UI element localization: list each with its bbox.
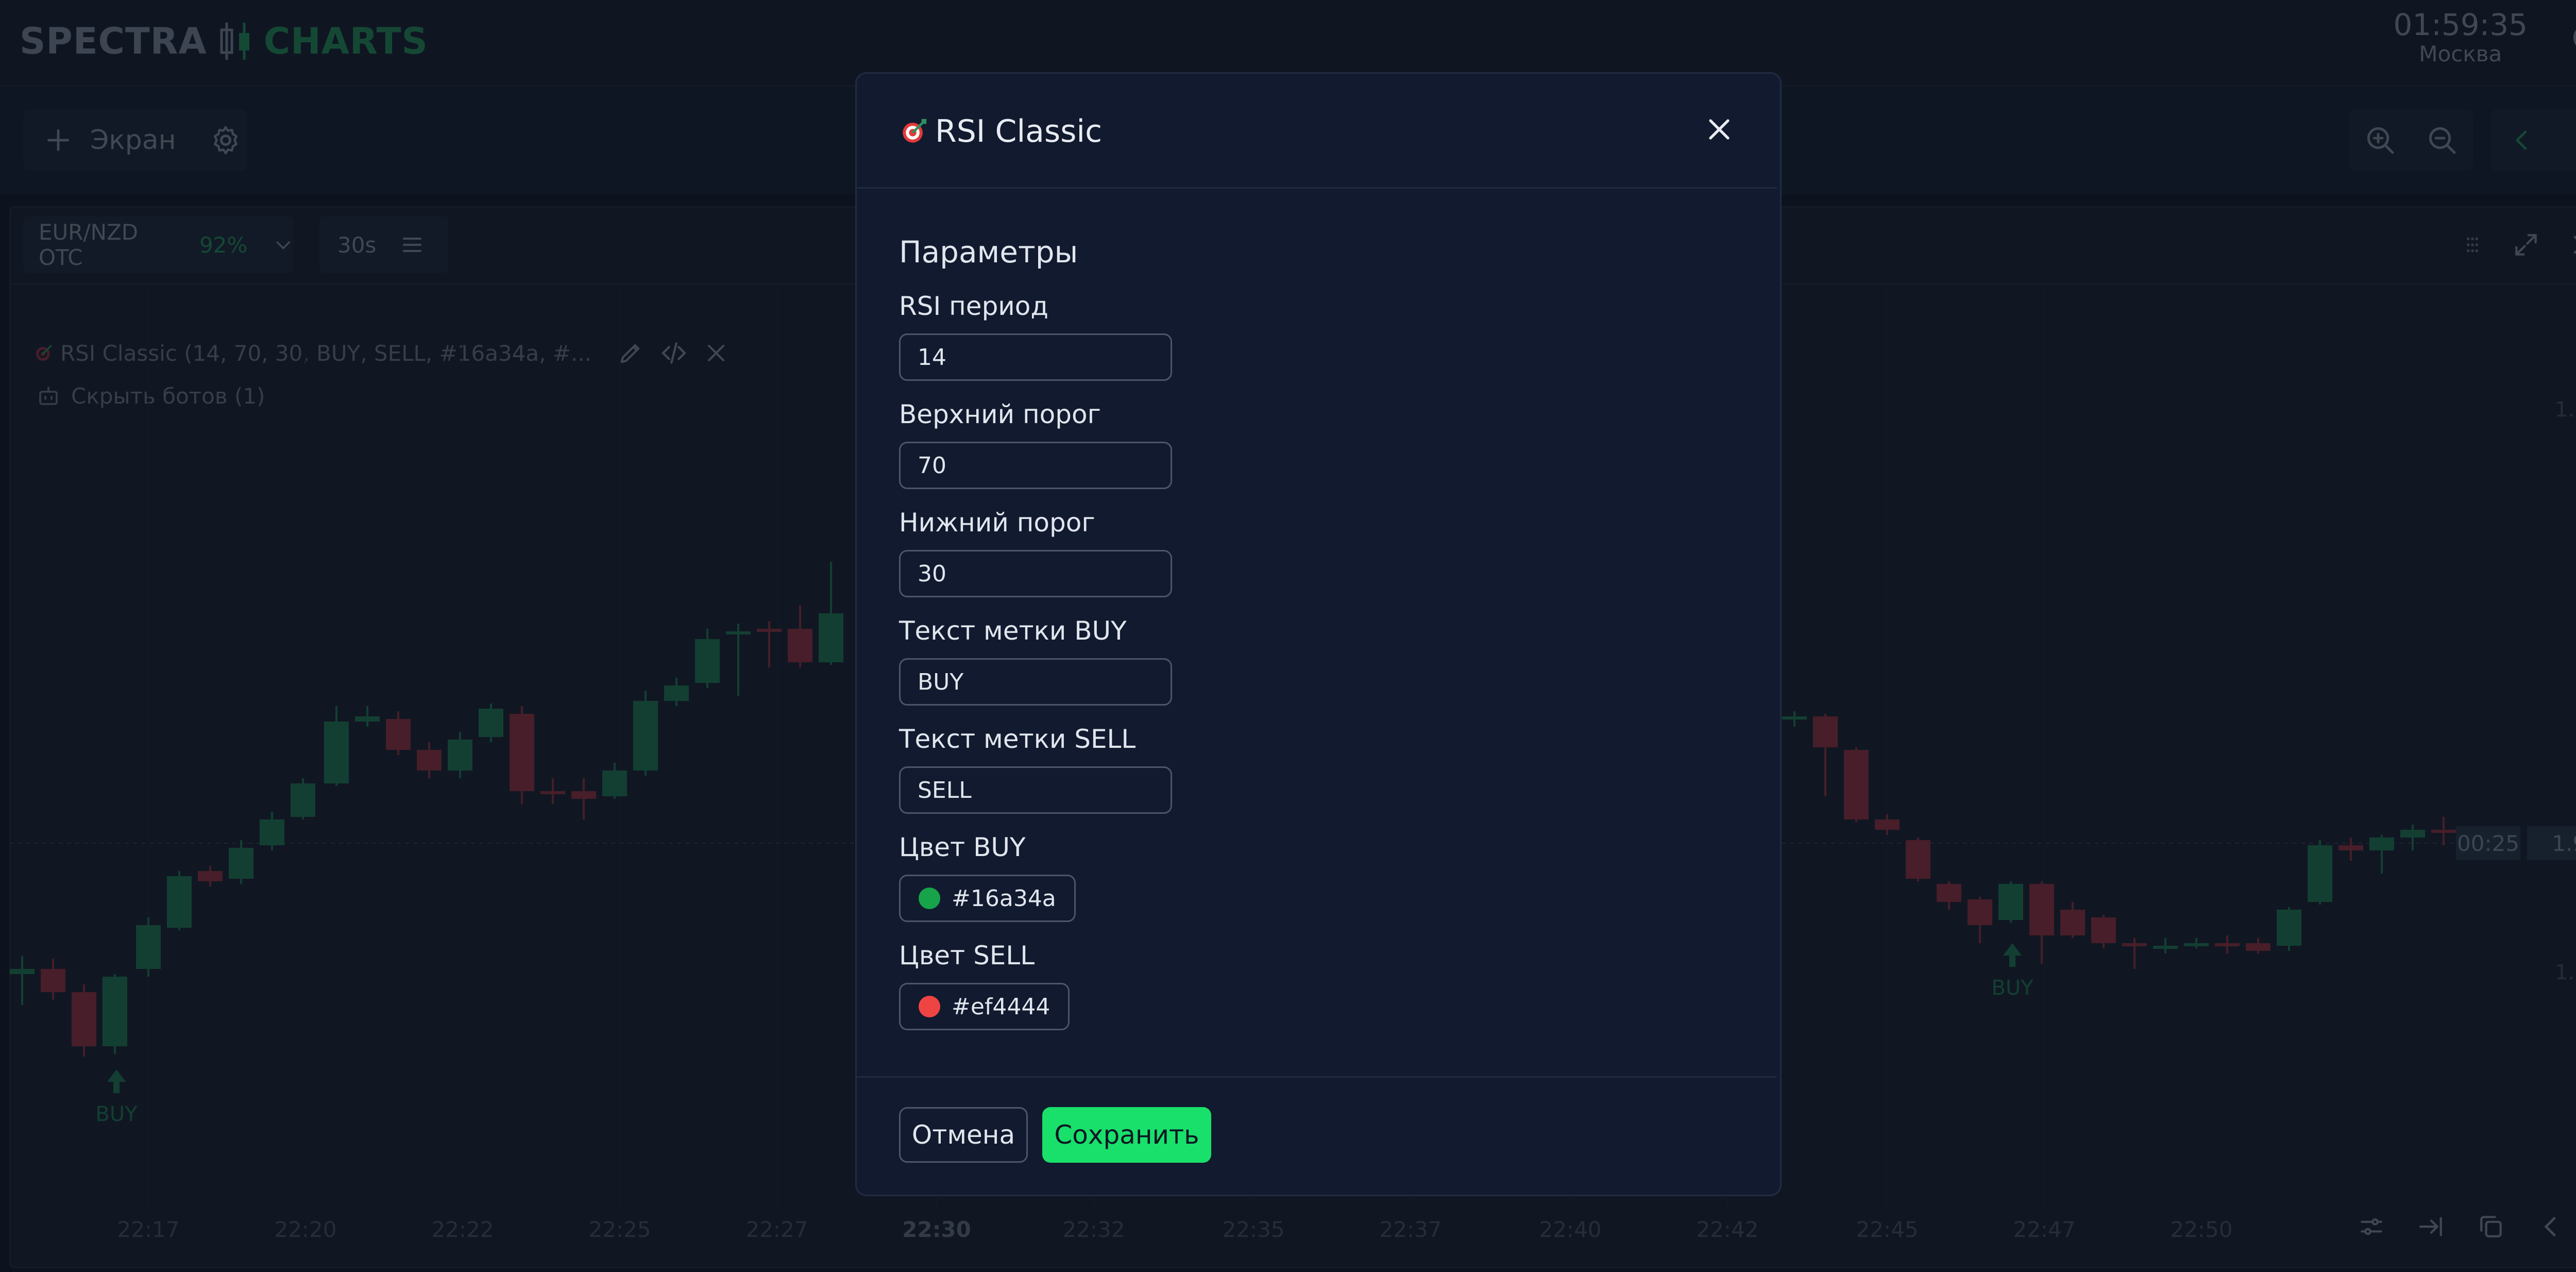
- close-icon[interactable]: [1704, 114, 1734, 144]
- buy-color-label: Цвет BUY: [899, 832, 1026, 862]
- buy-text-label: Текст метки BUY: [899, 616, 1127, 646]
- cancel-button[interactable]: Отмена: [899, 1107, 1028, 1163]
- modal-footer-divider: [857, 1076, 1777, 1078]
- upper-threshold-input[interactable]: 70: [899, 442, 1172, 489]
- sell-color-label: Цвет SELL: [899, 941, 1035, 970]
- upper-threshold-label: Верхний порог: [899, 399, 1101, 429]
- target-icon: [903, 119, 927, 143]
- save-button[interactable]: Сохранить: [1042, 1107, 1211, 1163]
- sell-color-swatch: [919, 996, 940, 1017]
- sell-text-input[interactable]: SELL: [899, 766, 1172, 814]
- lower-threshold-input[interactable]: 30: [899, 550, 1172, 597]
- buy-color-picker[interactable]: #16a34a: [899, 875, 1076, 922]
- sell-color-picker[interactable]: #ef4444: [899, 983, 1070, 1030]
- buy-color-value: #16a34a: [952, 885, 1056, 912]
- buy-color-swatch: [919, 888, 940, 909]
- rsi-period-label: RSI период: [899, 291, 1048, 321]
- sell-color-value: #ef4444: [952, 993, 1050, 1020]
- lower-threshold-label: Нижний порог: [899, 508, 1095, 538]
- modal-title-text: RSI Classic: [935, 113, 1103, 149]
- rsi-period-input[interactable]: 14: [899, 333, 1172, 381]
- modal-title: RSI Classic: [899, 111, 1102, 152]
- sell-text-label: Текст метки SELL: [899, 724, 1136, 754]
- buy-text-input[interactable]: BUY: [899, 658, 1172, 706]
- section-title: Параметры: [899, 235, 1078, 270]
